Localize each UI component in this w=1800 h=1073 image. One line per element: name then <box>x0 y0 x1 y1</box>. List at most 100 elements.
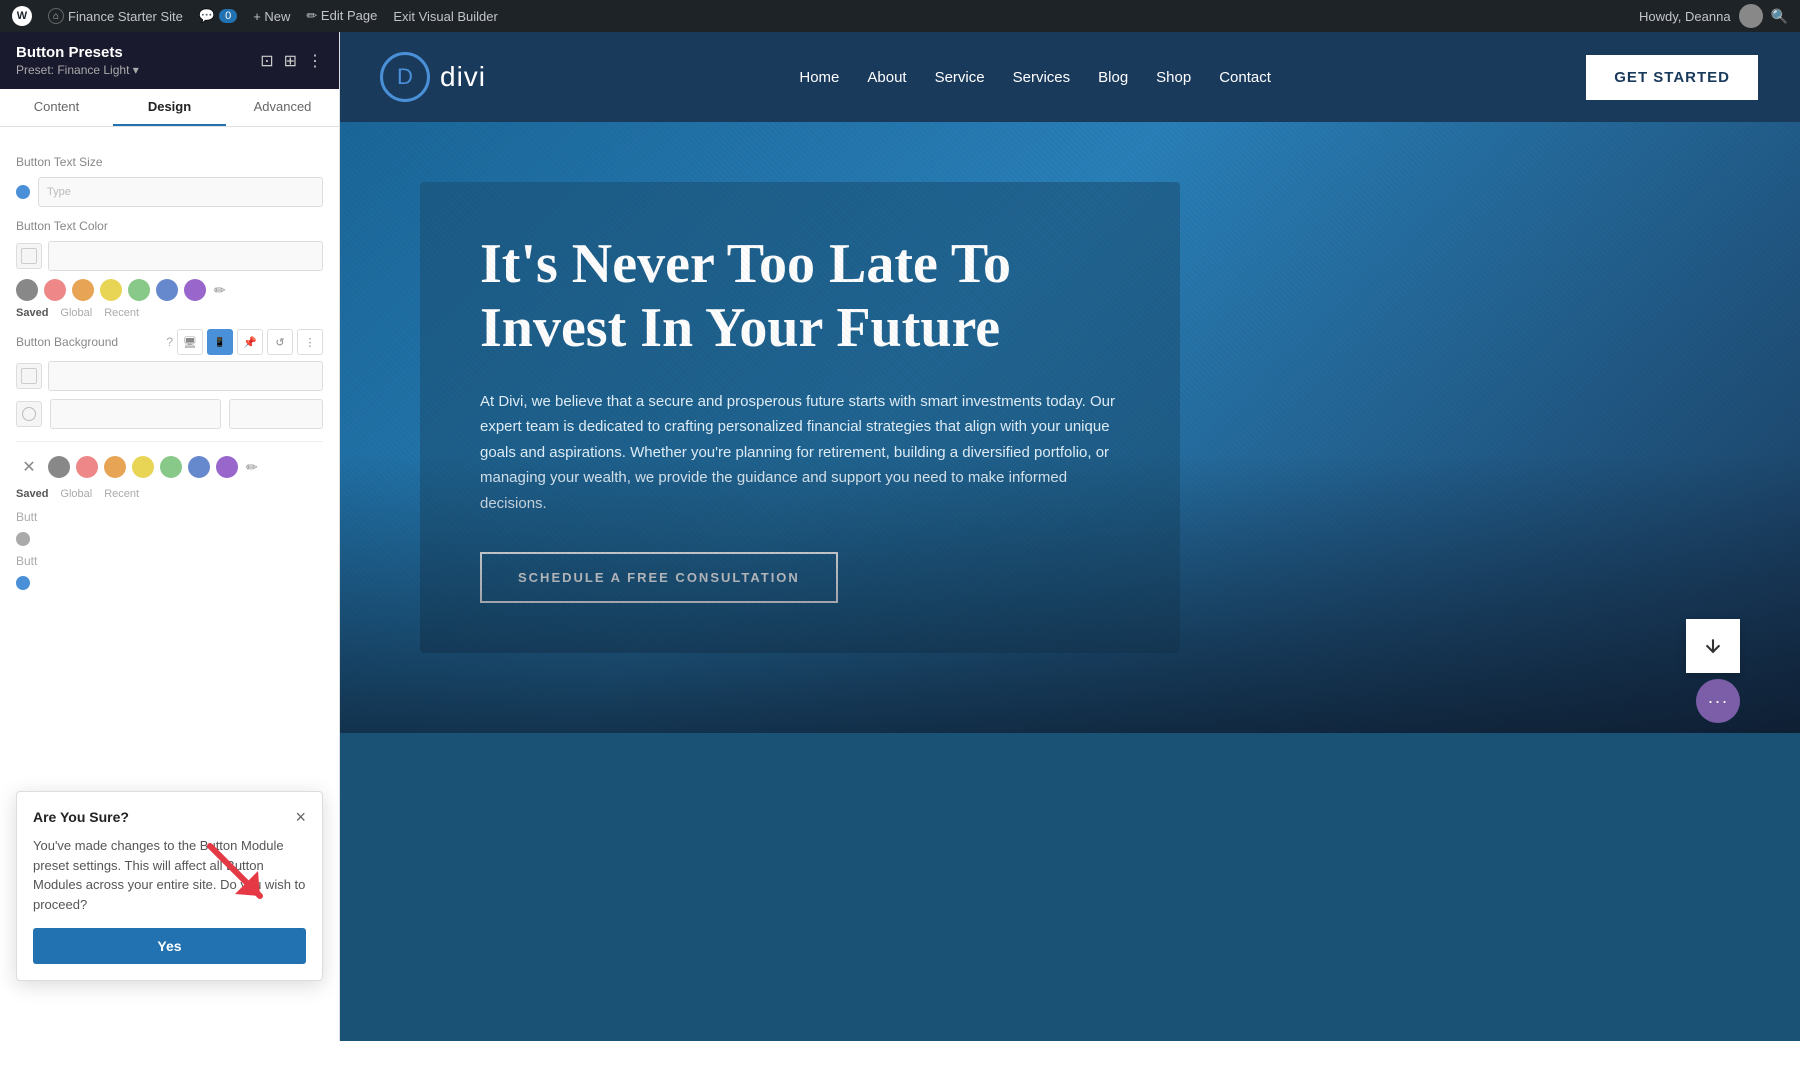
swatch-blue[interactable] <box>156 279 178 301</box>
text-color-input[interactable] <box>48 241 323 271</box>
tab-design[interactable]: Design <box>113 89 226 126</box>
bg-color-picker-btn[interactable] <box>16 363 42 389</box>
admin-bar: W ⌂ Finance Starter Site 💬 0 + New ✏ Edi… <box>0 0 1800 32</box>
bg-more-icon[interactable]: ⋮ <box>297 329 323 355</box>
button-text-color-preview-row <box>16 241 323 271</box>
confirm-dialog-title: Are You Sure? <box>33 809 129 825</box>
range-dot-icon[interactable] <box>16 185 30 199</box>
tab-content[interactable]: Content <box>0 89 113 126</box>
nav-about[interactable]: About <box>867 69 906 86</box>
cross-icon[interactable]: ✕ <box>16 454 42 480</box>
tab-advanced[interactable]: Advanced <box>226 89 339 126</box>
confirm-yes-button[interactable]: Yes <box>33 928 306 964</box>
text-size-desktop-input[interactable]: Type <box>38 177 323 207</box>
butt-label-2: Butt <box>16 554 323 568</box>
comments-link[interactable]: 💬 0 <box>199 8 237 24</box>
scroll-down-button[interactable] <box>1686 619 1740 673</box>
swatch-tab-recent[interactable]: Recent <box>104 307 139 319</box>
swatch-tab-global[interactable]: Global <box>60 307 92 319</box>
button-background-header: Button Background ? 🖥 📱 📌 ↺ ⋮ <box>16 329 323 355</box>
bottom-dot-row-2 <box>16 576 323 590</box>
hero-title: It's Never Too Late To Invest In Your Fu… <box>480 232 1120 361</box>
avatar <box>1739 4 1763 28</box>
butt-label: Butt <box>16 510 323 524</box>
site-cta-button[interactable]: GET STARTED <box>1584 53 1760 102</box>
bg-pin-icon[interactable]: 📌 <box>237 329 263 355</box>
bg-color-input[interactable] <box>48 361 323 391</box>
search-icon[interactable]: 🔍 <box>1771 8 1788 25</box>
logo-text: divi <box>440 61 486 93</box>
bottom-swatch-green[interactable] <box>160 456 182 478</box>
main-layout: Button Presets Preset: Finance Light ▾ ⊡… <box>0 32 1800 1041</box>
sidebar-panel: Button Presets Preset: Finance Light ▾ ⊡… <box>0 32 340 1041</box>
dot-icon-2 <box>16 576 30 590</box>
bottom-dot-row <box>16 532 323 546</box>
bottom-swatch-purple[interactable] <box>216 456 238 478</box>
bottom-swatch-orange[interactable] <box>104 456 126 478</box>
text-color-picker-btn[interactable] <box>16 243 42 269</box>
swatch-yellow[interactable] <box>100 279 122 301</box>
bottom-swatch-tabs: Saved Global Recent <box>16 488 323 500</box>
swatch-pink[interactable] <box>44 279 66 301</box>
help-icon[interactable]: ? <box>166 335 173 349</box>
bottom-swatch-pink[interactable] <box>76 456 98 478</box>
confirm-dialog-header: Are You Sure? × <box>33 808 306 826</box>
bg-desktop-icon[interactable]: 🖥 <box>177 329 203 355</box>
nav-service[interactable]: Service <box>935 69 985 86</box>
nav-shop[interactable]: Shop <box>1156 69 1191 86</box>
site-header: D divi Home About Service Services Blog … <box>340 32 1800 122</box>
bg-size-desktop[interactable] <box>229 399 323 429</box>
bottom-tab-recent[interactable]: Recent <box>104 488 139 500</box>
button-text-color-label: Button Text Color <box>16 219 323 233</box>
panel-more-icon[interactable]: ⋮ <box>307 51 323 71</box>
website-preview: D divi Home About Service Services Blog … <box>340 32 1800 1041</box>
bg-size-icon[interactable] <box>16 401 42 427</box>
wp-logo-icon[interactable]: W <box>12 6 32 26</box>
bottom-swatch-blue-2[interactable] <box>188 456 210 478</box>
bottom-tab-global[interactable]: Global <box>60 488 92 500</box>
fab-icon: ··· <box>1708 691 1729 712</box>
new-content-button[interactable]: + New <box>253 9 290 24</box>
panel-tabs: Content Design Advanced <box>0 89 339 127</box>
purple-fab-button[interactable]: ··· <box>1696 679 1740 723</box>
swatch-orange[interactable] <box>72 279 94 301</box>
site-nav: Home About Service Services Blog Shop Co… <box>799 69 1271 86</box>
swatch-gray[interactable] <box>16 279 38 301</box>
confirm-dialog: Are You Sure? × You've made changes to t… <box>16 791 323 981</box>
text-color-swatches: ✏ <box>16 279 323 301</box>
bg-size-input[interactable] <box>50 399 221 429</box>
exit-visual-builder-button[interactable]: Exit Visual Builder <box>393 9 498 24</box>
panel-header: Button Presets Preset: Finance Light ▾ ⊡… <box>0 32 339 89</box>
panel-subtitle[interactable]: Preset: Finance Light ▾ <box>16 63 139 77</box>
panel-expand-icon[interactable]: ⊡ <box>260 51 273 71</box>
button-bg-preview-row <box>16 361 323 391</box>
bottom-swatch-yellow[interactable] <box>132 456 154 478</box>
nav-contact[interactable]: Contact <box>1219 69 1271 86</box>
confirm-dialog-body: You've made changes to the Button Module… <box>33 836 306 914</box>
button-text-size-row: Type <box>16 177 323 207</box>
hero-body-text: At Divi, we believe that a secure and pr… <box>480 389 1120 517</box>
swatch-edit-icon[interactable]: ✏ <box>214 282 226 299</box>
nav-home[interactable]: Home <box>799 69 839 86</box>
separator-line <box>16 441 323 442</box>
bottom-swatch-edit-icon[interactable]: ✏ <box>246 459 258 476</box>
site-name-link[interactable]: ⌂ Finance Starter Site <box>48 8 183 24</box>
swatch-green[interactable] <box>128 279 150 301</box>
edit-page-button[interactable]: ✏ Edit Page <box>306 8 377 24</box>
confirm-dialog-close-button[interactable]: × <box>295 808 306 826</box>
bg-reset-icon[interactable]: ↺ <box>267 329 293 355</box>
swatch-tab-saved[interactable]: Saved <box>16 307 48 319</box>
panel-grid-icon[interactable]: ⊞ <box>284 51 297 71</box>
site-logo: D divi <box>380 52 486 102</box>
nav-services[interactable]: Services <box>1013 69 1071 86</box>
button-text-size-label: Button Text Size <box>16 155 323 169</box>
nav-blog[interactable]: Blog <box>1098 69 1128 86</box>
bg-tablet-icon[interactable]: 📱 <box>207 329 233 355</box>
bg-size-row <box>16 399 323 429</box>
hero-cta-button[interactable]: SCHEDULE A FREE CONSULTATION <box>480 552 838 603</box>
bottom-swatch-gray[interactable] <box>48 456 70 478</box>
logo-circle-icon: D <box>380 52 430 102</box>
swatch-purple[interactable] <box>184 279 206 301</box>
bottom-tab-saved[interactable]: Saved <box>16 488 48 500</box>
bottom-color-section: ✕ ✏ <box>16 454 323 480</box>
